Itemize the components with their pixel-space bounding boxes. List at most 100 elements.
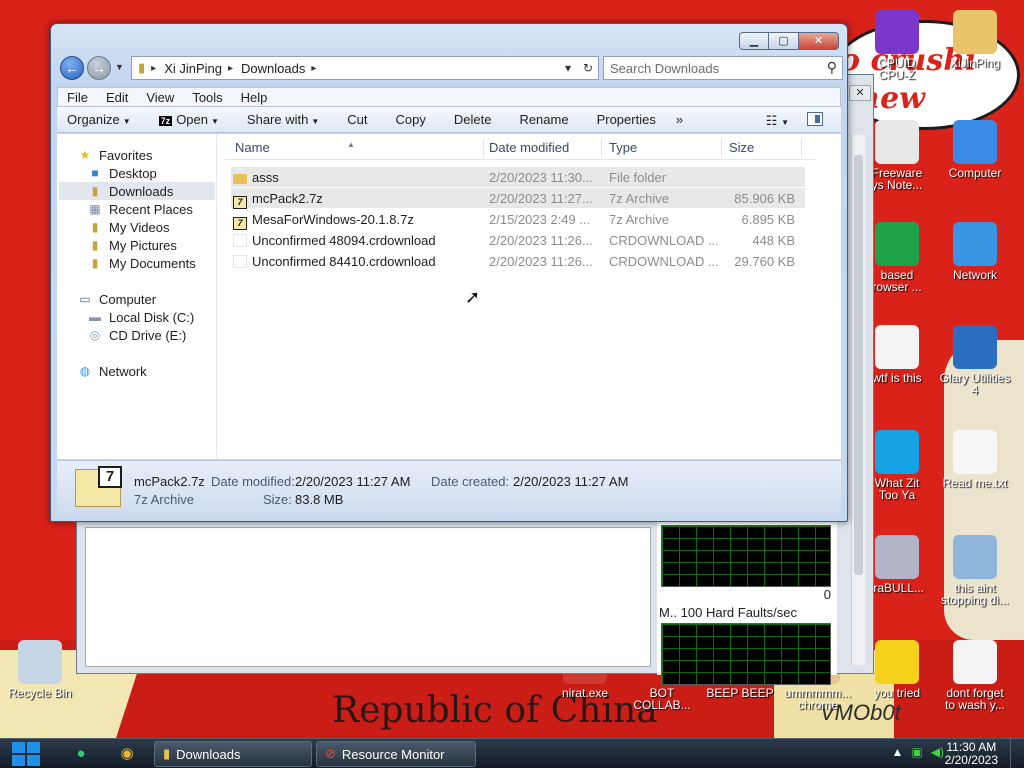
chevron-right-icon[interactable]: ▸ (311, 63, 316, 74)
disc-icon (875, 535, 919, 579)
folder-icon: ▮ (163, 746, 171, 761)
column-type[interactable]: Type (609, 140, 637, 155)
desktop-icon[interactable]: Glary Utilities 4 (935, 325, 1015, 396)
chrome-icon[interactable]: ◉ (114, 742, 140, 766)
rename-button[interactable]: Rename (509, 112, 578, 127)
nav-my-pictures[interactable]: ▮ My Pictures (87, 236, 177, 254)
breadcrumb-user[interactable]: Xi JinPing (164, 61, 222, 76)
chevron-right-icon[interactable]: ▸ (151, 63, 156, 74)
open-button[interactable]: 7z Open ▼ (149, 112, 229, 127)
file-row[interactable]: Unconfirmed 48094.crdownload 2/20/2023 11… (231, 230, 805, 250)
address-bar[interactable]: ▮ ▸ Xi JinPing ▸ Downloads ▸ ▾ ↻ (131, 56, 599, 80)
resource-monitor-scrollbar[interactable] (851, 135, 865, 665)
file-name: asss (233, 170, 483, 185)
minimize-button[interactable]: ▁ (739, 32, 769, 50)
desktop-icon[interactable]: this aint stopping di... (935, 535, 1015, 606)
pinned-app-icon[interactable]: ● (68, 742, 94, 766)
file-type: 7z Archive (609, 212, 669, 227)
documents-folder-icon: ▮ (91, 256, 99, 270)
desktop-icon[interactable]: Read me.txt (935, 430, 1015, 489)
chevron-right-icon[interactable]: ▸ (228, 63, 233, 74)
installer-icon (953, 535, 997, 579)
nav-computer[interactable]: ▭ Computer (77, 290, 156, 308)
file-row[interactable]: Unconfirmed 84410.crdownload 2/20/2023 11… (231, 251, 805, 271)
nav-downloads[interactable]: ▮ Downloads (59, 182, 215, 200)
copy-button[interactable]: Copy (386, 112, 436, 127)
taskbar-downloads[interactable]: ▮ Downloads (154, 741, 312, 767)
desktop-icon[interactable]: XiJinPing (935, 10, 1015, 69)
more-commands-button[interactable]: » (666, 112, 693, 127)
scrollbar-thumb[interactable] (854, 155, 863, 575)
refresh-icon[interactable]: ↻ (578, 61, 598, 75)
back-button[interactable]: ← (60, 56, 84, 80)
menu-help[interactable]: Help (232, 90, 277, 105)
desktop-icon[interactable]: Network (935, 222, 1015, 281)
chevron-down-icon: ▼ (311, 117, 320, 126)
nav-local-disk[interactable]: ▬ Local Disk (C:) (87, 308, 194, 326)
menu-edit[interactable]: Edit (97, 90, 137, 105)
share-label: Share with (246, 112, 309, 127)
taskbar-resource-monitor-label: Resource Monitor (341, 746, 445, 762)
desktop-icon[interactable]: Recycle Bin (0, 640, 80, 699)
hard-drive-icon: ▬ (89, 310, 101, 324)
taskbar-resource-monitor[interactable]: ⊘ Resource Monitor (316, 741, 476, 767)
desktop-icon-label: XiJinPing (949, 56, 1001, 70)
volume-icon[interactable]: ◀) (931, 745, 944, 759)
glary-icon (953, 325, 997, 369)
file-row[interactable]: 7 mcPack2.7z 2/20/2023 11:27... 7z Archive 8… (231, 188, 805, 209)
column-name[interactable]: Name (235, 140, 270, 155)
explorer-window[interactable]: ▁ ▢ ✕ ← → ▼ ▮ ▸ Xi JinPing ▸ Downloads ▸… (50, 23, 848, 522)
share-with-button[interactable]: Share with ▼ (237, 112, 329, 127)
nav-desktop[interactable]: ■ Desktop (87, 164, 156, 182)
preview-pane-icon[interactable] (807, 112, 823, 126)
nav-network[interactable]: ◍ Network (77, 362, 147, 380)
close-icon[interactable]: ✕ (849, 85, 871, 101)
column-separator[interactable] (721, 138, 722, 158)
menu-file[interactable]: File (58, 90, 97, 105)
maximize-button[interactable]: ▢ (769, 32, 799, 50)
7zip-archive-icon: 7 (233, 217, 247, 230)
menu-view[interactable]: View (137, 90, 183, 105)
desktop-icon[interactable]: Computer (935, 120, 1015, 179)
change-view-button[interactable]: ☷ ▼ (766, 113, 789, 129)
column-separator[interactable] (483, 138, 484, 158)
clock[interactable]: 11:30 AM 2/20/2023 (945, 741, 998, 767)
memory-graph (661, 525, 831, 587)
tray-expand-icon[interactable]: ▲ (892, 745, 904, 759)
organize-button[interactable]: Organize ▼ (57, 112, 141, 127)
properties-button[interactable]: Properties (587, 112, 666, 127)
desktop-icon-label: traBULL... (869, 581, 925, 595)
nav-recent-places[interactable]: ▦ Recent Places (87, 200, 193, 218)
nav-my-videos[interactable]: ▮ My Videos (87, 218, 170, 236)
delete-button[interactable]: Delete (444, 112, 502, 127)
details-modified-label: Date modified: (211, 474, 295, 489)
nav-cd-drive[interactable]: ◎ CD Drive (E:) (87, 326, 187, 344)
column-size[interactable]: Size (729, 140, 754, 155)
desktop-icon[interactable]: dont forget to wash y... (935, 640, 1015, 711)
desktop-icon-label: nirat.exe (561, 686, 609, 700)
network-icon (953, 222, 997, 266)
column-date-modified[interactable]: Date modified (489, 140, 569, 155)
menu-tools[interactable]: Tools (183, 90, 231, 105)
details-size-label: Size: (263, 492, 292, 507)
file-size: 29.760 KB (734, 254, 795, 269)
network-tray-icon[interactable]: ▣ (911, 745, 922, 759)
close-button[interactable]: ✕ (799, 32, 839, 50)
file-row[interactable]: 7 MesaForWindows-20.1.8.7z 2/15/2023 2:49 … (231, 209, 805, 230)
search-icon[interactable]: ⚲ (827, 59, 837, 76)
file-size: 85.906 KB (734, 191, 795, 206)
nav-my-documents[interactable]: ▮ My Documents (87, 254, 196, 272)
forward-button[interactable]: → (87, 56, 111, 80)
start-button[interactable] (10, 741, 42, 767)
file-row[interactable]: asss 2/20/2023 11:30... File folder (231, 167, 805, 187)
search-input[interactable]: Search Downloads ⚲ (603, 56, 843, 80)
show-desktop-button[interactable] (1010, 739, 1024, 768)
column-separator[interactable] (801, 138, 802, 158)
recent-pages-dropdown[interactable]: ▼ (115, 62, 124, 72)
address-dropdown-icon[interactable]: ▾ (558, 61, 578, 75)
desktop-icon[interactable]: CPUID CPU-Z (857, 10, 937, 81)
column-separator[interactable] (601, 138, 602, 158)
breadcrumb-downloads[interactable]: Downloads (241, 61, 305, 76)
nav-favorites[interactable]: ★ Favorites (77, 146, 153, 164)
cut-button[interactable]: Cut (337, 112, 377, 127)
